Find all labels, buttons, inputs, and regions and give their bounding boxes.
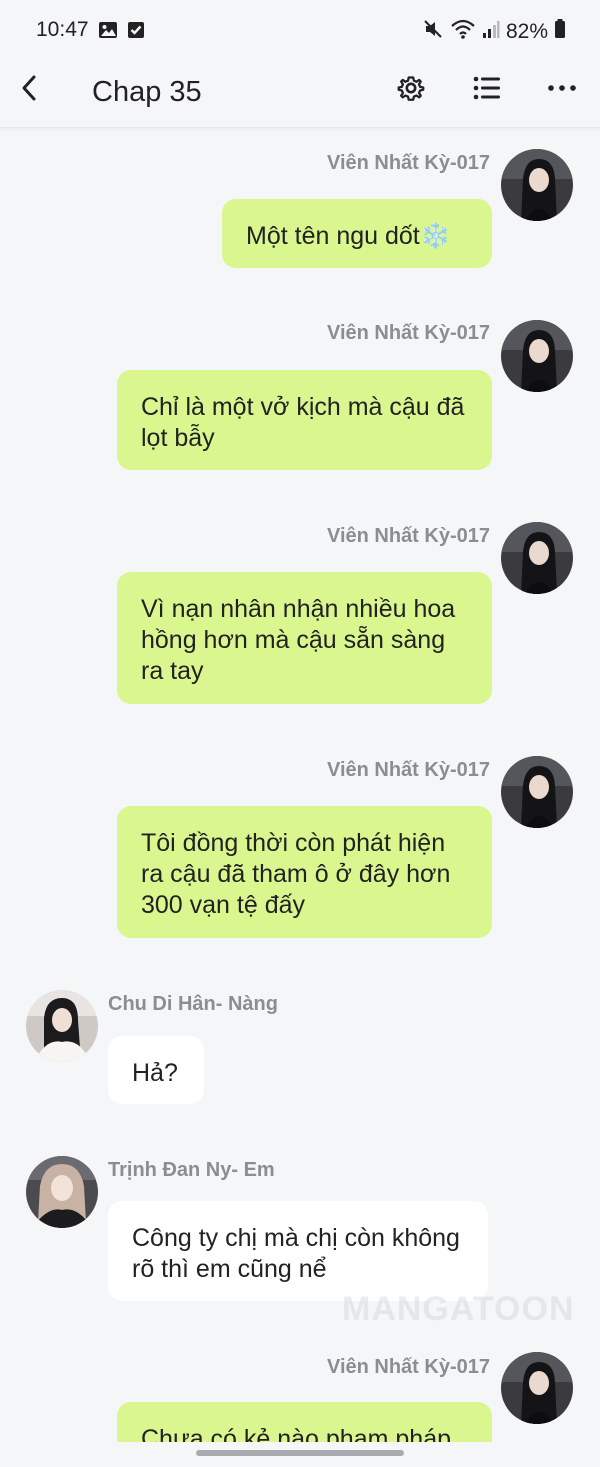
more-icon (547, 73, 577, 108)
avatar[interactable] (26, 1156, 98, 1228)
settings-button[interactable] (394, 73, 428, 107)
list-icon (472, 73, 502, 108)
avatar[interactable] (501, 149, 573, 221)
chapter-list-button[interactable] (470, 73, 504, 107)
avatar[interactable] (501, 756, 573, 828)
checkbox-icon (126, 20, 146, 45)
wifi-icon (450, 18, 476, 46)
message-bubble[interactable]: Hả? (108, 1036, 204, 1104)
sender-name: Viên Nhất Kỳ-017 (326, 152, 490, 174)
back-button[interactable] (14, 74, 44, 106)
sender-name: Chu Di Hân- Nàng (108, 993, 278, 1015)
avatar[interactable] (501, 320, 573, 392)
sender-name: Viên Nhất Kỳ-017 (326, 525, 490, 547)
status-bar: 10:47 82% (0, 0, 600, 62)
avatar[interactable] (501, 1352, 573, 1424)
home-indicator[interactable] (196, 1450, 404, 1456)
message-bubble[interactable]: Vì nạn nhân nhận nhiều hoa hồng hơn mà c… (117, 572, 492, 704)
settings-icon (396, 73, 426, 108)
back-icon (19, 73, 39, 108)
more-button[interactable] (545, 73, 579, 107)
message-bubble[interactable]: Chỉ là một vở kịch mà cậu đã lọt bẫy (117, 370, 492, 470)
battery-percent: 82% (505, 20, 548, 43)
battery-icon (554, 18, 566, 46)
avatar[interactable] (501, 522, 573, 594)
page-title: Chap 35 (92, 76, 202, 108)
message-bubble[interactable]: Tôi đồng thời còn phát hiện ra cậu đã th… (117, 806, 492, 938)
sender-name: Viên Nhất Kỳ-017 (326, 322, 490, 344)
status-time: 10:47 (36, 18, 89, 41)
message-bubble[interactable]: Một tên ngu dốt❄️ (222, 199, 492, 268)
avatar[interactable] (26, 990, 98, 1062)
chat-header: Chap 35 (0, 62, 600, 128)
message-bubble[interactable]: Công ty chị mà chị còn không rõ thì em c… (108, 1201, 488, 1301)
watermark: MANGATOON (342, 1290, 575, 1328)
image-icon (98, 20, 118, 45)
sender-name: Viên Nhất Kỳ-017 (326, 1356, 490, 1378)
signal-icon (482, 18, 500, 46)
sender-name: Trịnh Đan Ny- Em (108, 1159, 275, 1181)
sender-name: Viên Nhất Kỳ-017 (326, 759, 490, 781)
mute-icon (422, 18, 444, 46)
